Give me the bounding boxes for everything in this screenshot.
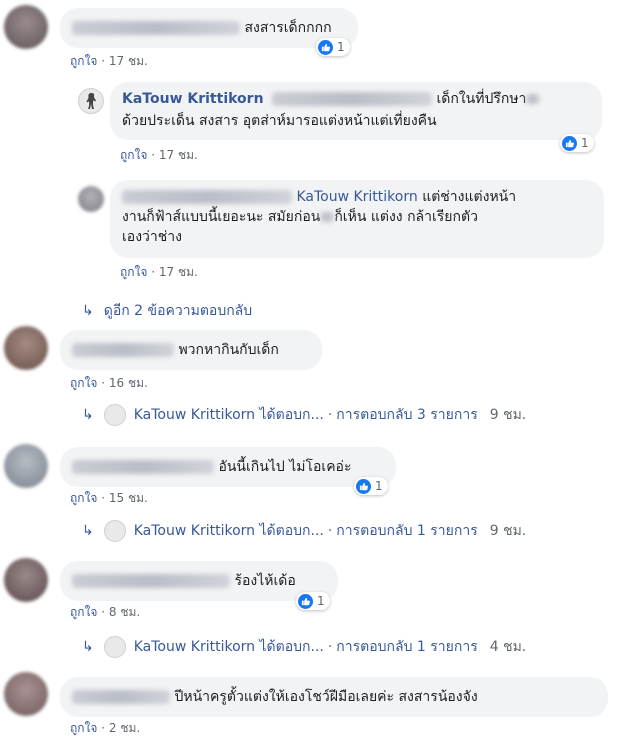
comment-bubble: อันนี้เกินไป ไม่โอเคอ่ะ xyxy=(60,447,396,487)
reply-count: การตอบกลับ 1 รายการ xyxy=(336,523,478,539)
reply-action: ได้ตอบก... xyxy=(259,407,324,423)
reaction-count[interactable]: 1 xyxy=(354,477,388,495)
comment-text: ปีหน้าครูตั้วแต่งให้เองโชว์ฝีมือเลยค่ะ ส… xyxy=(174,689,478,705)
reply-text-line1: แต่ช่างแต่งหน้า xyxy=(422,189,517,205)
timestamp[interactable]: 17 ชม. xyxy=(159,148,198,162)
view-more-replies[interactable]: ↳ ดูอีก 2 ข้อความตอบกลับ xyxy=(82,300,252,322)
reply-author: KaTouw Krittikorn xyxy=(133,639,256,655)
timestamp[interactable]: 8 ชม. xyxy=(109,605,140,619)
separator: · xyxy=(327,523,333,539)
avatar[interactable] xyxy=(4,5,48,49)
like-thumb-icon xyxy=(318,39,333,55)
text-blurred xyxy=(526,94,541,104)
avatar[interactable] xyxy=(4,326,48,370)
reply-time: 4 ชม. xyxy=(489,639,527,655)
avatar-katouw xyxy=(103,636,126,658)
reply-time: 9 ชม. xyxy=(489,523,527,539)
reply-arrow-icon: ↳ xyxy=(82,407,94,423)
reply-text-line2: ด้วยประเด็น สงสาร อุตส่าห์มารอแต่งหน้าแต… xyxy=(122,113,437,129)
reaction-number: 1 xyxy=(375,479,383,493)
reply-meta: ถูกใจ · 17 ชม. xyxy=(120,265,198,279)
avatar[interactable] xyxy=(4,444,48,488)
separator: · xyxy=(327,407,333,423)
like-link[interactable]: ถูกใจ xyxy=(120,265,147,279)
comment-bubble: ปีหน้าครูตั้วแต่งให้เองโชว์ฝีมือเลยค่ะ ส… xyxy=(60,677,608,717)
comment-meta: ถูกใจ · 16 ชม. xyxy=(70,376,148,390)
reply-summary[interactable]: ↳ KaTouw Krittikorn ได้ตอบก... · การตอบก… xyxy=(82,520,526,542)
timestamp[interactable]: 15 ชม. xyxy=(109,491,148,505)
reply-text-line2a: งานก็ฟ้าส์แบบนี้เยอะนะ สมัยก่อน xyxy=(122,209,321,225)
like-link[interactable]: ถูกใจ xyxy=(70,54,97,68)
reply-meta: ถูกใจ · 17 ชม. xyxy=(120,148,198,162)
reaction-count[interactable]: 1 xyxy=(316,38,350,56)
comment-meta: ถูกใจ · 17 ชม. xyxy=(70,54,148,68)
reply-action: ได้ตอบก... xyxy=(259,639,324,655)
mention-blurred[interactable] xyxy=(272,92,432,106)
profile-figure-icon xyxy=(86,93,96,109)
separator: · xyxy=(327,639,333,655)
avatar-katouw[interactable] xyxy=(78,88,104,114)
comment-bubble: พวกหากินกับเด็ก xyxy=(60,330,322,370)
author-name-blurred[interactable] xyxy=(72,690,170,704)
like-link[interactable]: ถูกใจ xyxy=(70,721,97,735)
reply-arrow-icon: ↳ xyxy=(82,303,94,319)
reply-author[interactable]: KaTouw Krittikorn xyxy=(122,91,264,107)
comment-text: พวกหากินกับเด็ก xyxy=(178,342,279,358)
more-replies-label: ดูอีก 2 ข้อความตอบกลับ xyxy=(103,303,253,319)
reply-text-line1: เด็กในที่ปรึกษา xyxy=(436,91,527,107)
timestamp[interactable]: 16 ชม. xyxy=(109,376,148,390)
like-link[interactable]: ถูกใจ xyxy=(70,491,97,505)
reaction-count[interactable]: 1 xyxy=(560,134,594,152)
reaction-number: 1 xyxy=(581,136,589,150)
text-blurred xyxy=(320,212,335,222)
avatar-katouw xyxy=(103,404,126,426)
reply-text-line2b: ก็เห็น แต่งง กล้าเรียกตัว xyxy=(334,209,478,225)
reaction-number: 1 xyxy=(317,594,325,608)
reaction-count[interactable]: 1 xyxy=(296,592,330,610)
author-name-blurred[interactable] xyxy=(72,343,174,357)
reply-summary[interactable]: ↳ KaTouw Krittikorn ได้ตอบก... · การตอบก… xyxy=(82,636,526,658)
author-name-blurred[interactable] xyxy=(72,460,214,474)
timestamp[interactable]: 17 ชม. xyxy=(159,265,198,279)
reply-summary[interactable]: ↳ KaTouw Krittikorn ได้ตอบก... · การตอบก… xyxy=(82,404,526,426)
like-thumb-icon xyxy=(356,478,371,494)
avatar-katouw xyxy=(103,520,126,542)
reply-author: KaTouw Krittikorn xyxy=(133,523,256,539)
reply-text-line3: เองว่าช่าง xyxy=(122,229,182,245)
reply-action: ได้ตอบก... xyxy=(259,523,324,539)
like-thumb-icon xyxy=(298,593,313,609)
like-link[interactable]: ถูกใจ xyxy=(120,148,147,162)
timestamp[interactable]: 17 ชม. xyxy=(109,54,148,68)
comment-meta: ถูกใจ · 2 ชม. xyxy=(70,721,141,735)
like-link[interactable]: ถูกใจ xyxy=(70,376,97,390)
reply-author: KaTouw Krittikorn xyxy=(133,407,256,423)
comment-bubble: สงสารเด็กกกก xyxy=(60,8,358,48)
comment-text: อันนี้เกินไป ไม่โอเคอ่ะ xyxy=(218,459,352,475)
mention-link[interactable]: KaTouw Krittikorn xyxy=(296,189,417,205)
like-link[interactable]: ถูกใจ xyxy=(70,605,97,619)
author-name-blurred[interactable] xyxy=(72,574,230,588)
comment-meta: ถูกใจ · 15 ชม. xyxy=(70,491,148,505)
comment-meta: ถูกใจ · 8 ชม. xyxy=(70,605,141,619)
reply-bubble: KaTouw Krittikorn แต่ช่างแต่งหน้า งานก็ฟ… xyxy=(110,180,604,258)
author-name-blurred[interactable] xyxy=(72,21,240,35)
comment-text: ร้องไห้เด้อ xyxy=(234,573,296,589)
comment-text: สงสารเด็กกกก xyxy=(244,20,332,36)
avatar[interactable] xyxy=(4,672,48,716)
timestamp[interactable]: 2 ชม. xyxy=(109,721,140,735)
avatar[interactable] xyxy=(78,186,104,212)
like-thumb-icon xyxy=(562,135,577,151)
reply-count: การตอบกลับ 1 รายการ xyxy=(336,639,478,655)
reply-arrow-icon: ↳ xyxy=(82,639,94,655)
avatar[interactable] xyxy=(4,558,48,602)
reaction-number: 1 xyxy=(337,40,345,54)
author-name-blurred[interactable] xyxy=(122,190,292,204)
reply-bubble: KaTouw Krittikorn เด็กในที่ปรึกษา ด้วยปร… xyxy=(110,82,602,140)
reply-arrow-icon: ↳ xyxy=(82,523,94,539)
reply-count: การตอบกลับ 3 รายการ xyxy=(336,407,478,423)
reply-time: 9 ชม. xyxy=(489,407,527,423)
comment-bubble: ร้องไห้เด้อ xyxy=(60,561,338,601)
